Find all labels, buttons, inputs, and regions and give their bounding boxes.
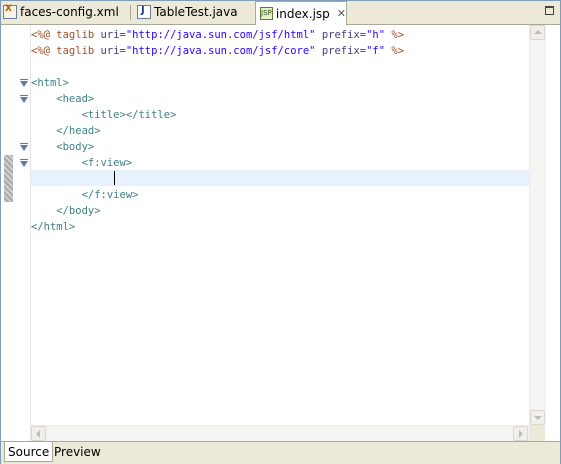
code-token: <f:view> <box>31 157 133 169</box>
ruler-range-indicator <box>4 155 13 202</box>
scroll-down-button[interactable] <box>530 410 545 425</box>
code-token: </head> <box>31 125 101 137</box>
tab-index-jsp[interactable]: index.jsp ✕ <box>255 1 347 25</box>
jsp-file-icon <box>260 7 273 20</box>
code-line: <f:view> <box>31 155 529 171</box>
code-token: "h" <box>366 29 386 41</box>
vertical-ruler <box>1 25 15 441</box>
code-line: <%@ taglib uri="http://java.sun.com/jsf/… <box>31 43 529 59</box>
scroll-left-button[interactable] <box>31 426 46 441</box>
code-token: "http://java.sun.com/jsf/core" <box>125 45 316 57</box>
code-token: </body> <box>31 205 101 217</box>
maximize-icon[interactable] <box>545 6 554 15</box>
code-token: </f:view> <box>31 189 139 201</box>
jsp-editor-window: faces-config.xml TableTest.java index.js… <box>0 0 561 464</box>
fold-collapse-icon[interactable] <box>20 143 28 151</box>
code-line: <head> <box>31 91 529 107</box>
code-line: </f:view> <box>31 187 529 203</box>
fold-collapse-icon[interactable] <box>20 95 28 103</box>
code-token: %> <box>385 45 405 57</box>
tab-label: index.jsp <box>275 6 330 21</box>
code-line: <%@ taglib uri="http://java.sun.com/jsf/… <box>31 27 529 43</box>
code-area[interactable]: <%@ taglib uri="http://java.sun.com/jsf/… <box>31 27 529 419</box>
code-token: uri= <box>100 45 126 57</box>
code-line <box>31 171 529 187</box>
code-token: <title></title> <box>31 109 177 121</box>
code-token: <body> <box>31 141 95 153</box>
code-token: </html> <box>31 221 76 233</box>
tab-tabletest-java[interactable]: TableTest.java <box>137 1 249 23</box>
code-token: "http://java.sun.com/jsf/html" <box>125 29 316 41</box>
code-token: <html> <box>31 77 69 89</box>
code-line: <html> <box>31 75 529 91</box>
tab-preview[interactable]: Preview <box>51 442 104 462</box>
arrow-down-icon <box>534 416 542 420</box>
close-icon[interactable]: ✕ <box>337 8 346 19</box>
code-token: prefix= <box>321 29 367 41</box>
code-token: uri= <box>100 29 126 41</box>
java-file-icon <box>137 5 151 19</box>
code-line: <body> <box>31 139 529 155</box>
code-line: </head> <box>31 123 529 139</box>
code-line: </html> <box>31 219 529 235</box>
code-token: <%@ taglib <box>31 29 101 41</box>
code-token: <%@ taglib <box>31 45 101 57</box>
code-line: <title></title> <box>31 107 529 123</box>
folding-gutter <box>15 25 31 441</box>
code-token: "f" <box>366 45 386 57</box>
editor-mode-tabs: Source Preview <box>1 441 560 464</box>
fold-collapse-icon[interactable] <box>20 159 28 167</box>
arrow-right-icon <box>519 430 523 438</box>
text-caret <box>114 171 115 185</box>
code-token: %> <box>385 29 405 41</box>
arrow-left-icon <box>36 430 40 438</box>
scrollbar-corner <box>529 425 545 441</box>
code-line: </body> <box>31 203 529 219</box>
editor-tab-bar: faces-config.xml TableTest.java index.js… <box>1 1 560 25</box>
code-token: prefix= <box>321 45 367 57</box>
scroll-up-button[interactable] <box>530 25 545 40</box>
scroll-right-button[interactable] <box>513 426 528 441</box>
code-token: <head> <box>31 93 95 105</box>
source-editor[interactable]: <%@ taglib uri="http://java.sun.com/jsf/… <box>1 25 560 442</box>
horizontal-scrollbar[interactable] <box>31 425 529 442</box>
vertical-scrollbar[interactable] <box>529 25 546 425</box>
tab-separator <box>130 5 131 20</box>
fold-collapse-icon[interactable] <box>20 79 28 87</box>
tab-label: TableTest.java <box>154 5 238 19</box>
tab-source[interactable]: Source <box>4 442 54 462</box>
xml-file-icon <box>3 4 17 19</box>
arrow-up-icon <box>534 30 542 34</box>
tab-label: faces-config.xml <box>20 5 119 19</box>
tab-faces-config-xml[interactable]: faces-config.xml <box>3 1 128 23</box>
